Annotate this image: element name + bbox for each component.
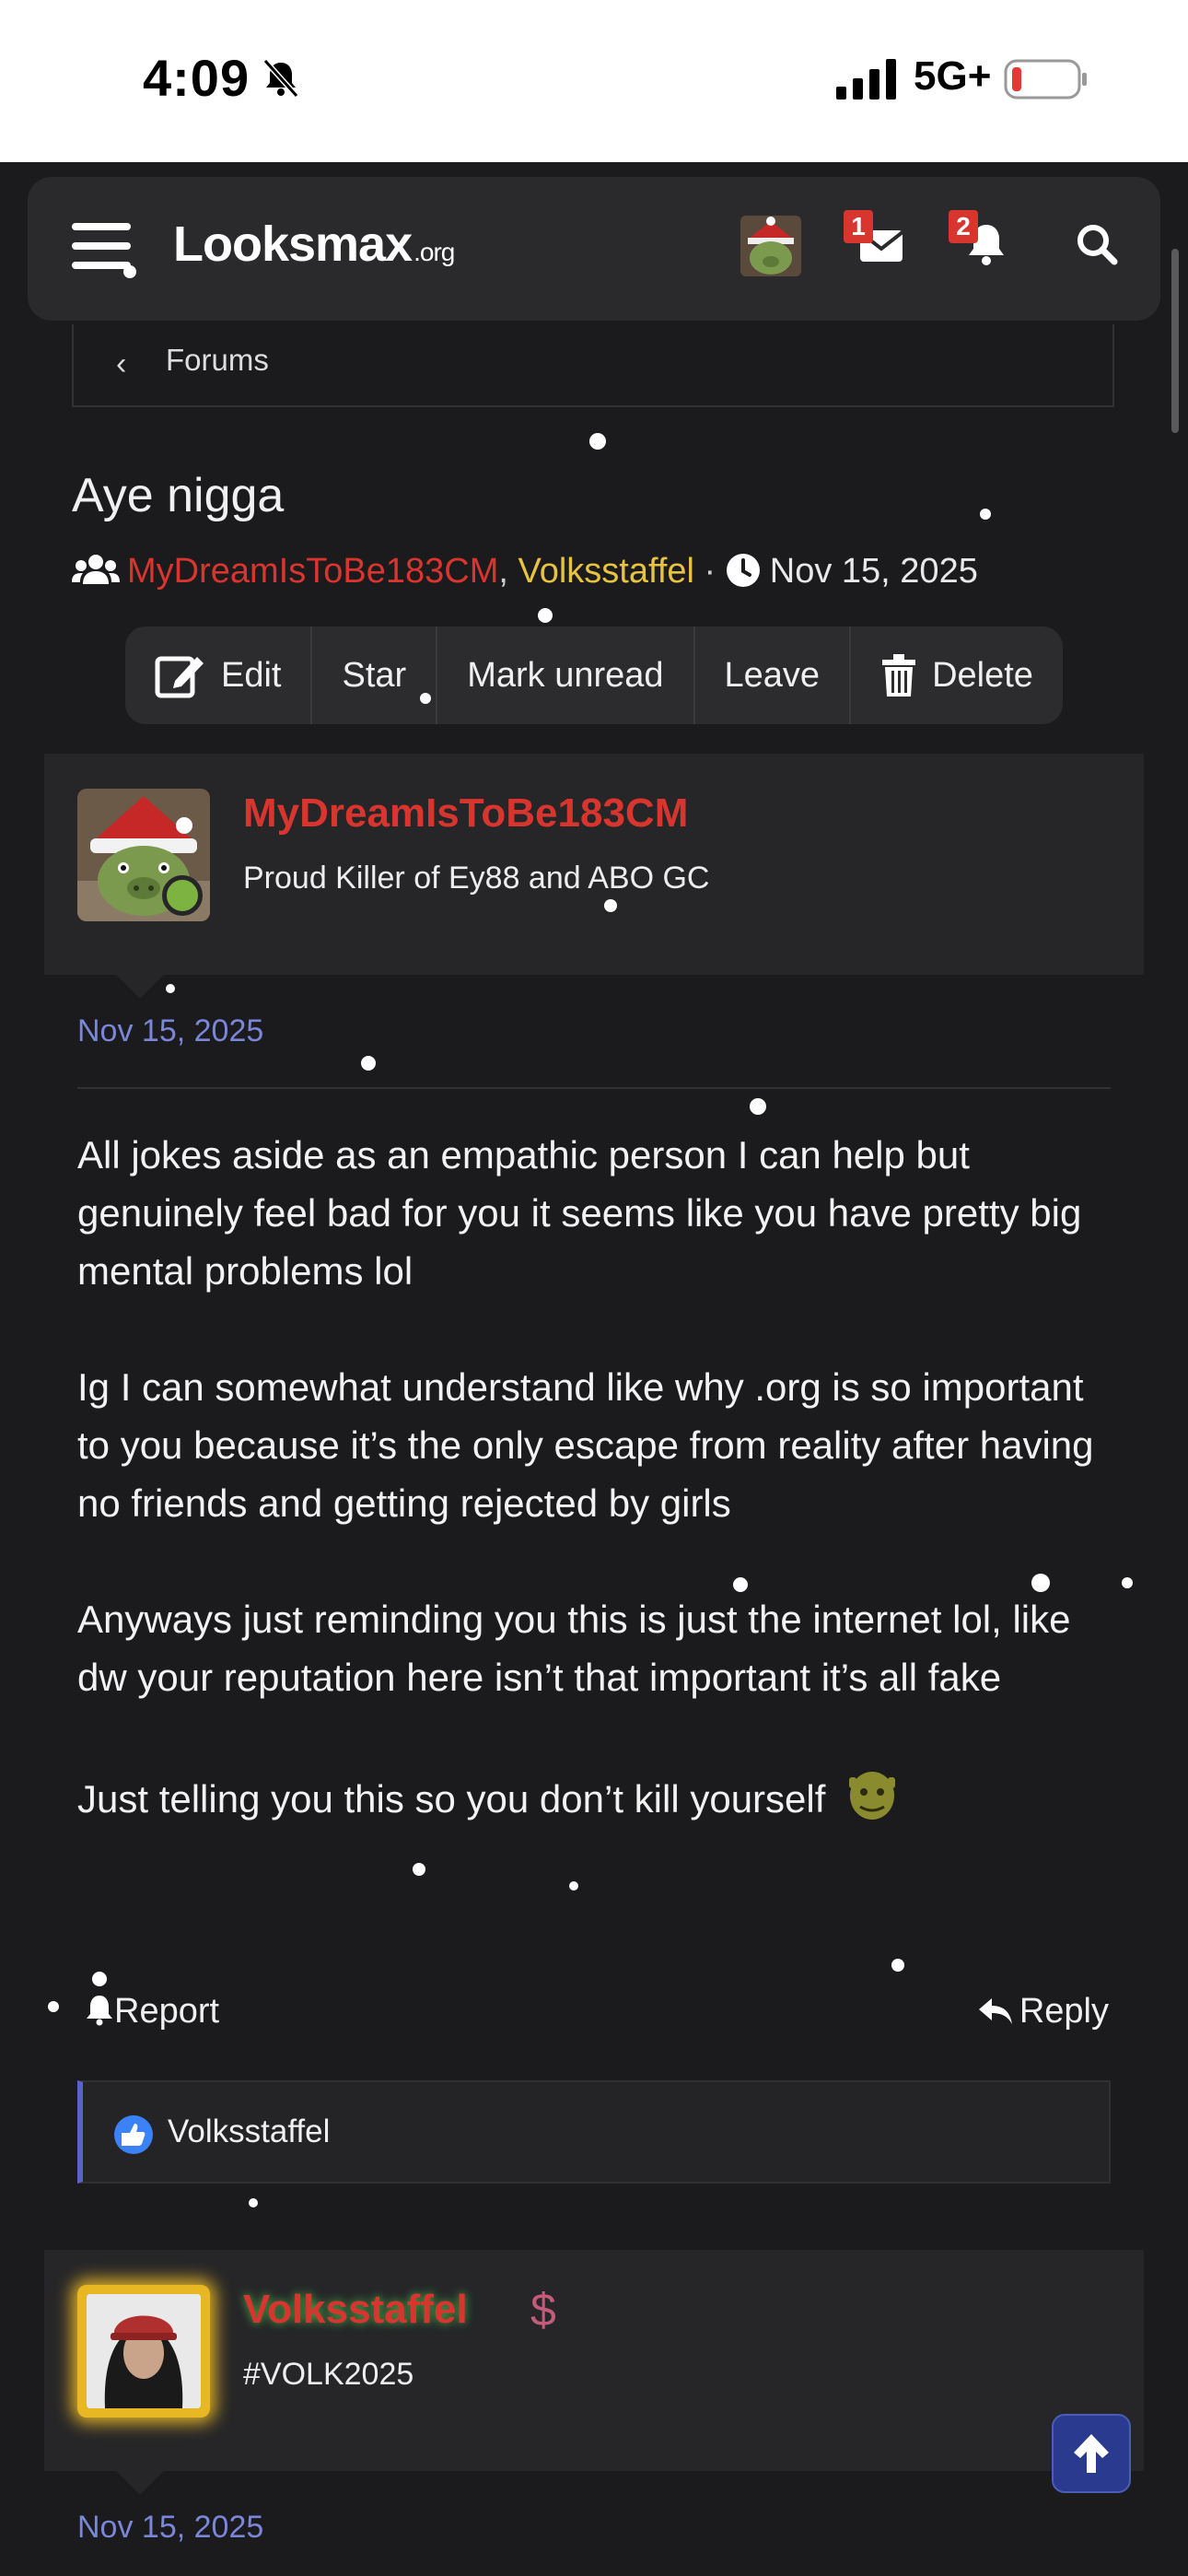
snowflake — [569, 1881, 578, 1891]
dollar-badge-icon: $ — [530, 2284, 556, 2336]
post-paragraph: Anyways just reminding you this is just … — [77, 1598, 1071, 1699]
user-title: Proud Killer of Ey88 and ABO GC — [243, 861, 710, 896]
post-paragraph: All jokes aside as an empathic person I … — [77, 1133, 1082, 1293]
shrek-emoji-icon — [849, 1772, 896, 1820]
snowflake — [413, 1863, 425, 1876]
site-logo[interactable]: Looksmax.org — [173, 216, 455, 273]
breadcrumb[interactable]: ‹ Forums — [72, 324, 1114, 407]
battery-icon — [1004, 59, 1087, 100]
inbox-badge: 1 — [844, 210, 873, 243]
thread-date: Nov 15, 2025 — [769, 552, 978, 591]
snowflake — [1122, 1577, 1133, 1588]
post-date[interactable]: Nov 15, 2025 — [77, 2510, 263, 2546]
leave-button[interactable]: Leave — [695, 626, 852, 724]
scroll-to-top-button[interactable] — [1052, 2414, 1131, 2493]
snowflake — [750, 1098, 766, 1115]
bell-muted-icon — [262, 58, 299, 99]
bell-icon — [87, 1996, 112, 2026]
status-time: 4:09 — [143, 49, 250, 107]
participant-link[interactable]: Volksstaffel — [518, 552, 694, 591]
snowflake — [733, 1577, 748, 1592]
snowflake — [48, 2001, 59, 2012]
thread-meta: MyDreamIsToBe183CM, Volksstaffel · Nov 1… — [72, 551, 978, 591]
avatar[interactable] — [77, 2285, 210, 2418]
arrow-up-icon — [1074, 2434, 1109, 2473]
thread-actions: Edit Star Mark unread Leave Delete — [125, 626, 1063, 724]
snowflake — [589, 433, 606, 450]
like-icon — [114, 2115, 153, 2154]
cell-signal-icon — [836, 59, 896, 100]
snowflake — [538, 608, 553, 623]
snowflake — [1031, 1574, 1050, 1592]
mark-unread-button[interactable]: Mark unread — [437, 626, 695, 724]
reply-button[interactable]: Reply — [977, 1992, 1109, 2032]
scrollbar[interactable] — [1171, 249, 1179, 433]
alerts-badge: 2 — [949, 210, 978, 243]
clock-icon — [726, 554, 760, 587]
snowflake — [604, 899, 617, 912]
post-paragraph: Ig I can somewhat understand like why .o… — [77, 1365, 1094, 1525]
participants-icon — [72, 555, 120, 584]
post-body: All jokes aside as an empathic person I … — [77, 1126, 1118, 1828]
edit-icon — [155, 656, 204, 698]
snowflake — [166, 984, 175, 993]
star-button[interactable]: Star — [312, 626, 438, 724]
trash-icon — [882, 654, 916, 697]
user-title: #VOLK2025 — [243, 2357, 414, 2392]
online-indicator — [162, 875, 203, 916]
liked-by-user[interactable]: Volksstaffel — [168, 2113, 330, 2150]
post-author-block: Volksstaffel $ #VOLK2025 — [44, 2250, 1144, 2495]
page-title: Aye nigga — [72, 469, 285, 522]
snowflake — [249, 2198, 258, 2207]
delete-button[interactable]: Delete — [851, 626, 1063, 724]
snowflake — [123, 265, 136, 278]
participant-link[interactable]: MyDreamIsToBe183CM — [127, 552, 498, 591]
user-avatar[interactable] — [740, 216, 801, 276]
report-button[interactable]: Report — [85, 1992, 219, 2032]
post-date[interactable]: Nov 15, 2025 — [77, 1013, 263, 1049]
edit-button[interactable]: Edit — [125, 626, 313, 724]
site-header: Looksmax.org 1 2 — [28, 177, 1160, 321]
snowflake — [980, 509, 991, 520]
network-type: 5G+ — [914, 53, 992, 99]
divider — [77, 1087, 1111, 1089]
breadcrumb-forums[interactable]: Forums — [166, 343, 269, 378]
status-bar: 4:09 5G+ — [0, 0, 1188, 162]
menu-icon[interactable] — [72, 223, 131, 275]
post-paragraph: Just telling you this so you don’t kill … — [77, 1764, 1118, 1828]
snowflake — [420, 693, 431, 704]
chevron-left-icon: ‹ — [116, 346, 127, 381]
snowflake — [891, 1959, 904, 1972]
reactions-bar[interactable]: Volksstaffel — [77, 2080, 1111, 2184]
search-icon[interactable] — [1070, 217, 1124, 271]
post-author-name[interactable]: MyDreamIsToBe183CM — [243, 790, 688, 837]
snowflake — [361, 1056, 376, 1071]
reply-icon — [978, 1998, 1012, 2024]
post-author-block: MyDreamIsToBe183CM Proud Killer of Ey88 … — [44, 754, 1144, 999]
post-author-name[interactable]: Volksstaffel — [243, 2287, 468, 2333]
snowflake — [92, 1972, 107, 1986]
